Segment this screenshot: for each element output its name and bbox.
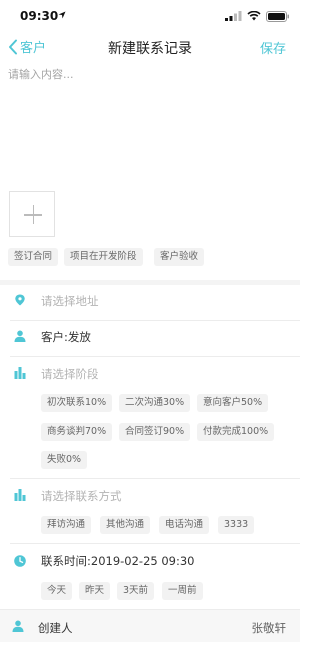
method-option[interactable]: 其他沟通	[100, 516, 151, 534]
home-area	[0, 642, 300, 649]
time-quick-option[interactable]: 3天前	[117, 582, 155, 600]
signal-icon	[225, 11, 242, 21]
attachment-tag[interactable]: 客户验收	[154, 248, 205, 266]
back-button[interactable]: 客户	[8, 37, 46, 56]
status-time: 09:30	[20, 9, 59, 23]
back-label: 客户	[20, 41, 47, 56]
attachment-tag[interactable]: 签订合同	[8, 248, 59, 266]
divider	[10, 543, 300, 544]
person-icon	[12, 620, 24, 632]
stage-option[interactable]: 商务谈判70%	[41, 423, 113, 441]
time-quick-option[interactable]: 今天	[41, 582, 73, 600]
divider	[10, 478, 300, 479]
bar-chart-icon	[14, 367, 26, 379]
divider	[10, 320, 300, 321]
method-option[interactable]: 拜访沟通	[41, 516, 92, 534]
wifi-icon	[247, 11, 261, 21]
save-button[interactable]: 保存	[260, 38, 286, 57]
stage-option[interactable]: 合同签订90%	[119, 423, 191, 441]
stage-option[interactable]: 失败0%	[41, 451, 88, 469]
customer-value[interactable]: 客户:发放	[41, 329, 91, 345]
divider	[10, 356, 300, 357]
status-bar: 09:30	[0, 0, 300, 30]
chevron-left-icon	[9, 39, 17, 54]
battery-icon	[266, 10, 289, 22]
address-selector[interactable]: 请选择地址	[41, 293, 99, 309]
contact-method-selector[interactable]: 请选择联系方式	[41, 488, 122, 504]
status-indicators	[225, 10, 290, 22]
stage-selector[interactable]: 请选择阶段	[41, 366, 99, 382]
attachment-tag[interactable]: 项目在开发阶段	[64, 248, 143, 266]
add-photo-button[interactable]	[9, 191, 55, 237]
method-option[interactable]: 3333	[218, 516, 255, 534]
creator-name: 张敬轩	[251, 621, 287, 635]
clock-icon	[14, 555, 26, 567]
method-option[interactable]: 电话沟通	[159, 516, 210, 534]
navigation-bar: 客户 新建联系记录 保存	[0, 30, 300, 64]
time-quick-option[interactable]: 一周前	[162, 582, 203, 600]
contact-time-value[interactable]: 联系时间:2019-02-25 09:30	[41, 553, 195, 569]
stage-option[interactable]: 意向客户50%	[197, 394, 269, 412]
bar-chart-icon	[14, 489, 26, 501]
stage-option[interactable]: 付款完成100%	[197, 423, 275, 441]
section-separator	[0, 280, 300, 285]
location-pin-icon	[15, 294, 25, 306]
location-arrow-icon	[58, 11, 66, 19]
stage-option[interactable]: 二次沟通30%	[119, 394, 191, 412]
time-quick-option[interactable]: 昨天	[79, 582, 111, 600]
stage-option[interactable]: 初次联系10%	[41, 394, 113, 412]
person-icon	[14, 330, 26, 342]
creator-label: 创建人	[38, 621, 73, 635]
creator-bar: 创建人 张敬轩	[0, 609, 300, 642]
note-input[interactable]: 请输入内容...	[8, 66, 292, 186]
